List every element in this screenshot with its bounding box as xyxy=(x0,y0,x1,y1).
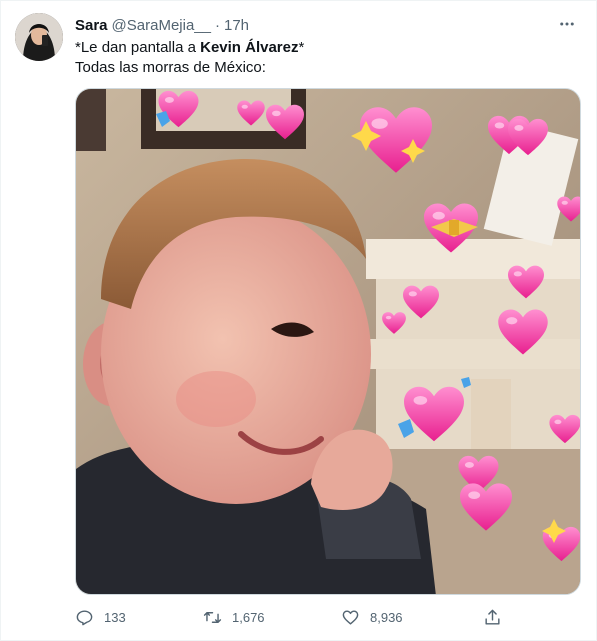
more-options-button[interactable] xyxy=(554,13,580,35)
retweet-button[interactable]: 1,676 xyxy=(203,605,265,629)
avatar[interactable] xyxy=(15,13,63,61)
tweet-photo[interactable] xyxy=(75,88,581,595)
separator-dot: · xyxy=(214,16,220,34)
tweet-header: Sara @SaraMejia__ · 17h xyxy=(75,15,580,35)
heart-icon xyxy=(342,609,359,625)
tweet-text-prefix: *Le dan pantalla a xyxy=(75,39,201,56)
like-button[interactable]: 8,936 xyxy=(341,605,403,629)
retweet-count: 1,676 xyxy=(232,609,265,625)
tweet-text-bold-name: Kevin Álvarez xyxy=(200,39,299,56)
author-handle[interactable]: @SaraMejia__ xyxy=(112,17,211,34)
retweet-icon xyxy=(203,611,222,623)
share-icon xyxy=(485,609,500,625)
share-button[interactable] xyxy=(483,605,502,629)
tweet-text: *Le dan pantalla a Kevin Álvarez* Todas … xyxy=(75,38,580,78)
author-name[interactable]: Sara xyxy=(75,17,108,34)
reply-icon xyxy=(76,609,93,625)
reply-button[interactable]: 133 xyxy=(75,605,126,629)
tweet-text-suffix: * xyxy=(298,39,305,56)
avatar-image xyxy=(15,13,63,61)
tweet-time[interactable]: 17h xyxy=(224,17,249,34)
like-count: 8,936 xyxy=(370,609,403,625)
tweet-card[interactable]: Sara @SaraMejia__ · 17h *Le dan pantalla… xyxy=(0,0,597,641)
meme-image xyxy=(76,89,580,594)
more-horizontal-icon xyxy=(560,22,574,26)
tweet-text-line-2: Todas las morras de México: xyxy=(75,59,266,76)
tweet-actions: 133 1,676 8,936 xyxy=(75,605,505,629)
tweet-text-line-1: *Le dan pantalla a Kevin Álvarez* xyxy=(75,38,580,58)
reply-count: 133 xyxy=(104,609,126,625)
